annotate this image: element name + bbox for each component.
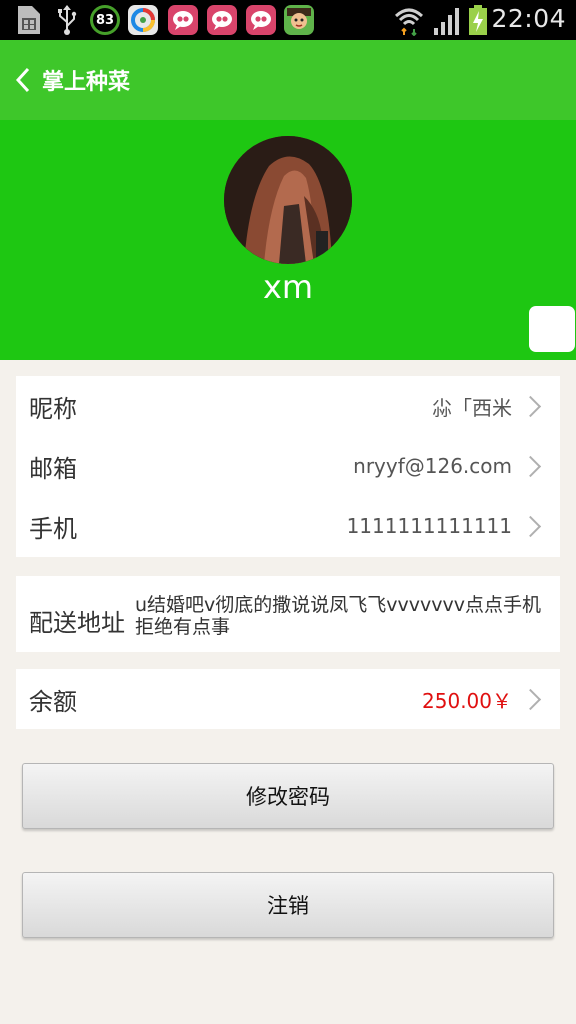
app-chat-icon <box>168 5 198 35</box>
nickname-row[interactable]: 昵称 尛「西米 <box>16 376 560 436</box>
signal-icon <box>434 8 459 35</box>
change-password-button[interactable]: 修改密码 <box>22 763 554 829</box>
chevron-left-icon <box>15 67 30 93</box>
title-bar: 掌上种菜 <box>0 40 576 120</box>
chevron-right-icon <box>519 395 542 418</box>
app-chat-icon <box>207 5 237 35</box>
address-value: u结婚吧v彻底的撒说说凤飞飞vvvvvvv点点手机拒绝有点事 <box>135 594 541 638</box>
profile-header: xm <box>0 120 576 360</box>
clock: 22:04 <box>491 4 566 33</box>
wifi-icon <box>394 8 424 36</box>
usb-icon <box>58 5 77 35</box>
phone-row[interactable]: 手机 1111111111111 <box>16 496 560 556</box>
back-button[interactable] <box>10 62 36 98</box>
balance-row[interactable]: 余额 250.00￥ <box>16 669 560 729</box>
balance-card: 余额 250.00￥ <box>16 669 560 729</box>
battery-level-text: 83 <box>95 12 115 28</box>
sim-card-icon <box>18 6 40 34</box>
row-label: 邮箱 <box>29 454 77 483</box>
app-browser-icon <box>128 5 158 35</box>
game-character-icon <box>284 5 314 35</box>
row-value: 1111111111111 <box>346 514 512 538</box>
battery-charging-icon <box>469 5 487 35</box>
row-label: 手机 <box>29 514 77 543</box>
address-card[interactable]: 配送地址 u结婚吧v彻底的撒说说凤飞飞vvvvvvv点点手机拒绝有点事 <box>16 576 560 652</box>
status-bar: 83 22:04 <box>0 0 576 40</box>
chevron-right-icon <box>519 688 542 711</box>
profile-info-card: 昵称 尛「西米 邮箱 nryyf@126.com 手机 111111111111… <box>16 376 560 557</box>
row-label: 余额 <box>29 687 77 716</box>
address-label: 配送地址 <box>29 609 125 637</box>
app-chat-icon <box>246 5 276 35</box>
edit-profile-button[interactable] <box>529 306 575 352</box>
page-title: 掌上种菜 <box>42 70 131 95</box>
battery-ring-icon: 83 <box>90 5 120 35</box>
email-row[interactable]: 邮箱 nryyf@126.com <box>16 436 560 496</box>
logout-button[interactable]: 注销 <box>22 872 554 938</box>
chevron-right-icon <box>519 515 542 538</box>
row-value: nryyf@126.com <box>353 454 512 478</box>
avatar[interactable] <box>224 136 352 264</box>
row-value: 尛「西米 <box>432 395 512 420</box>
row-label: 昵称 <box>29 394 77 423</box>
username: xm <box>262 268 314 306</box>
balance-value: 250.00￥ <box>422 688 512 713</box>
avatar-photo <box>224 136 352 264</box>
chevron-right-icon <box>519 455 542 478</box>
